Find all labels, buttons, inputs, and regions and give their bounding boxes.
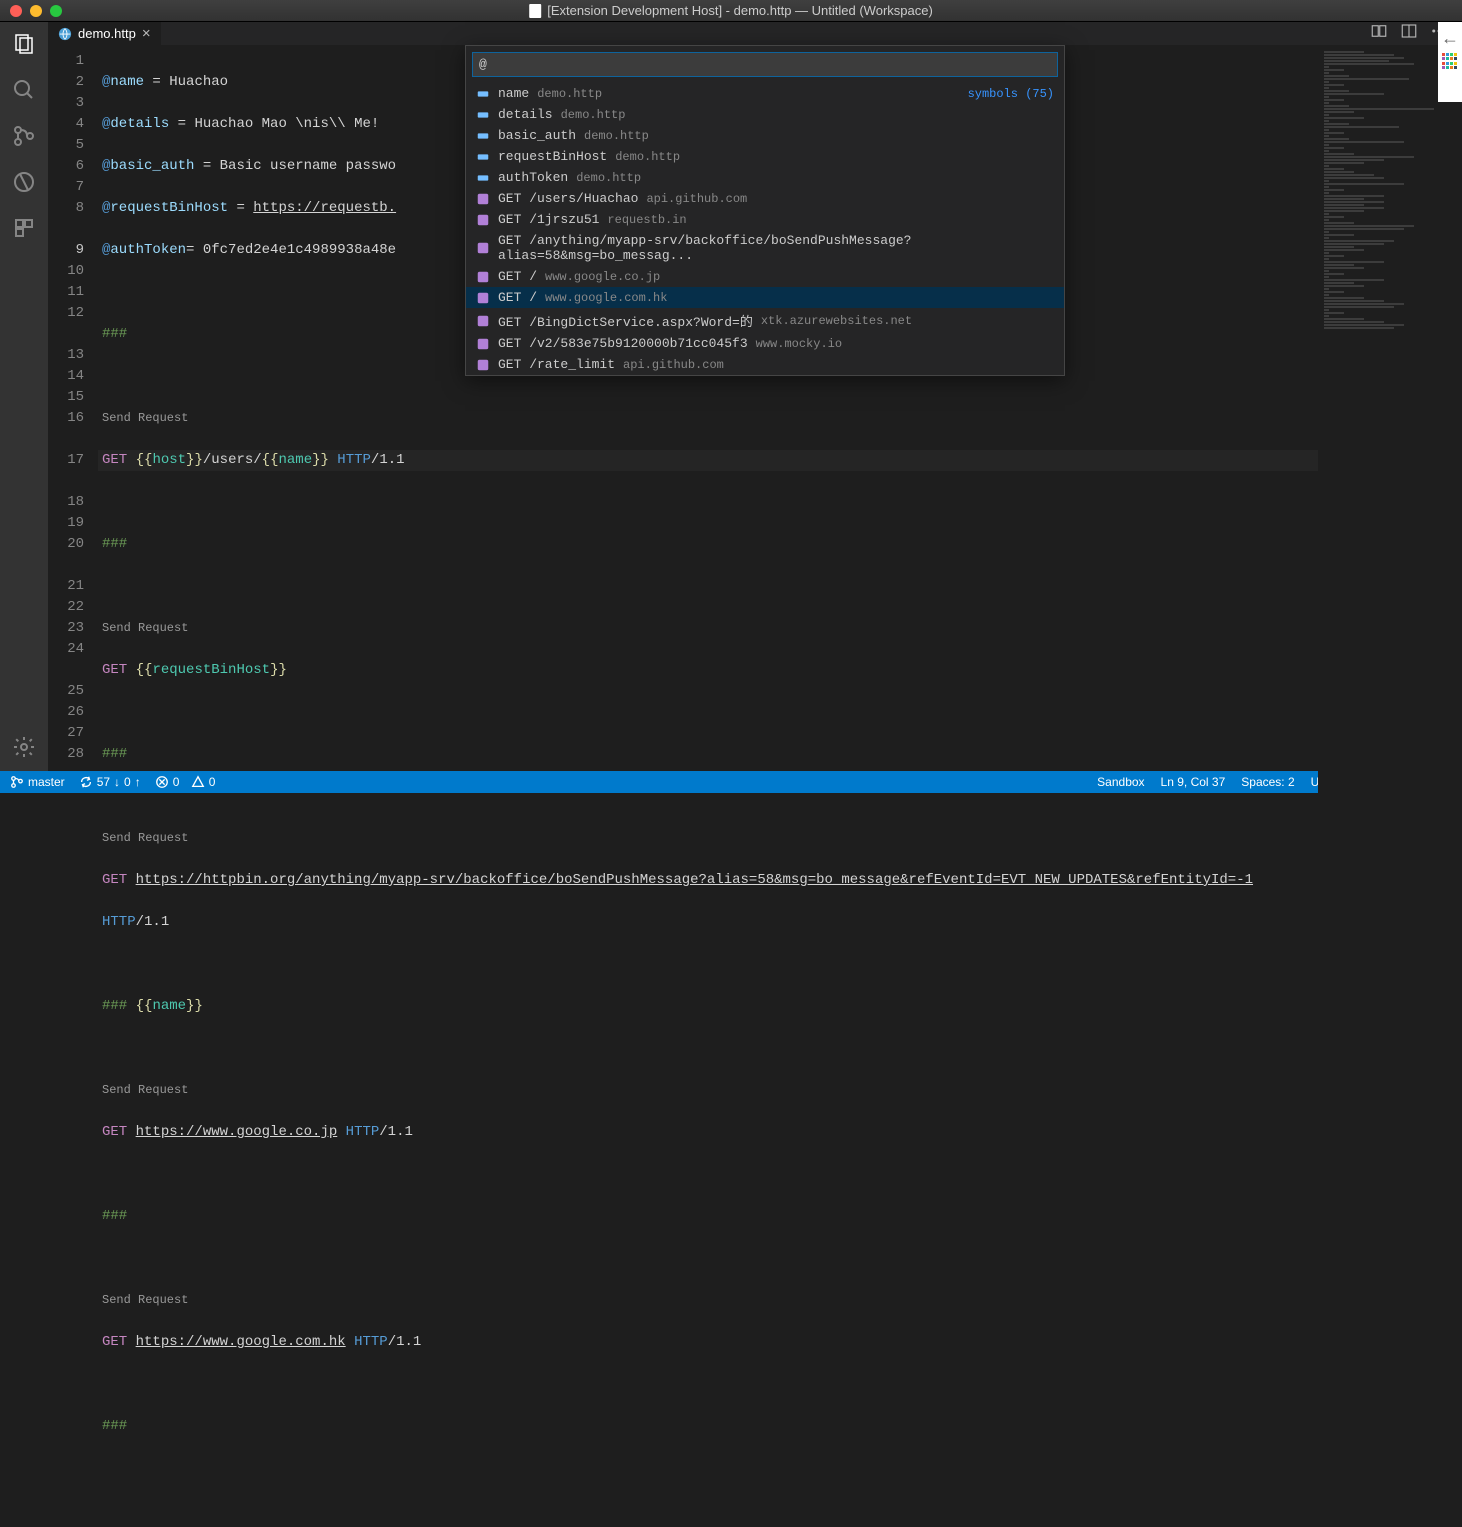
quick-open-label: GET / — [498, 290, 537, 305]
quick-open-detail: www.google.com.hk — [545, 291, 667, 305]
quick-open-label: authToken — [498, 170, 568, 185]
editor-area: demo.http × 1234567891011121314151617181… — [48, 22, 1462, 771]
quick-open: name demo.http symbols (75) details demo.htt… — [465, 45, 1065, 376]
quick-open-item[interactable]: GET /v2/583e75b9120000b71cc045f3 www.mock… — [466, 333, 1064, 354]
quick-open-detail: requestb.in — [607, 213, 686, 227]
method-symbol-icon — [476, 358, 490, 372]
codelens-send-request[interactable]: Send Request — [98, 1080, 1318, 1101]
window-title-text: [Extension Development Host] - demo.http… — [547, 3, 933, 18]
quick-open-item[interactable]: GET / www.google.com.hk — [466, 287, 1064, 308]
search-icon[interactable] — [10, 76, 38, 104]
explorer-icon[interactable] — [10, 30, 38, 58]
line-gutter: 1234567891011121314151617181920212223242… — [48, 45, 98, 1527]
field-symbol-icon — [476, 150, 490, 164]
vertical-scrollbar[interactable] — [1448, 45, 1462, 1527]
codelens-send-request[interactable]: Send Request — [98, 1290, 1318, 1311]
method-symbol-icon — [476, 337, 490, 351]
extensions-icon[interactable] — [10, 214, 38, 242]
minimap[interactable] — [1318, 45, 1448, 1527]
quick-open-label: details — [498, 107, 553, 122]
method-symbol-icon — [476, 213, 490, 227]
quick-open-item[interactable]: name demo.http symbols (75) — [466, 83, 1064, 104]
quick-open-item[interactable]: basic_auth demo.http — [466, 125, 1064, 146]
quick-open-detail: xtk.azurewebsites.net — [761, 314, 912, 328]
quick-open-label: GET / — [498, 269, 537, 284]
settings-icon[interactable] — [10, 733, 38, 761]
quick-open-label: GET /rate_limit — [498, 357, 615, 372]
quick-open-item[interactable]: details demo.http — [466, 104, 1064, 125]
quick-open-label: GET /1jrszu51 — [498, 212, 599, 227]
editor[interactable]: 1234567891011121314151617181920212223242… — [48, 45, 1462, 1527]
method-symbol-icon — [476, 291, 490, 305]
apps-grid-icon[interactable] — [1442, 53, 1458, 69]
quick-open-detail: demo.http — [615, 150, 680, 164]
tab-bar: demo.http × — [48, 22, 1462, 45]
codelens-send-request[interactable]: Send Request — [98, 408, 1318, 429]
browser-extension-strip: ← — [1438, 22, 1462, 102]
quick-open-label: requestBinHost — [498, 149, 607, 164]
window-title: [Extension Development Host] - demo.http… — [529, 3, 933, 18]
quick-open-detail: api.github.com — [646, 192, 747, 206]
split-editor-icon[interactable] — [1400, 22, 1418, 45]
workbench: demo.http × 1234567891011121314151617181… — [0, 22, 1462, 771]
quick-open-item[interactable]: GET /rate_limit api.github.com — [466, 354, 1064, 375]
quick-open-detail: www.google.co.jp — [545, 270, 660, 284]
minimize-window-button[interactable] — [30, 5, 42, 17]
codelens-send-request[interactable]: Send Request — [98, 618, 1318, 639]
quick-open-detail: api.github.com — [623, 358, 724, 372]
quick-open-label: basic_auth — [498, 128, 576, 143]
titlebar: [Extension Development Host] - demo.http… — [0, 0, 1462, 22]
quick-open-item[interactable]: GET /users/Huachao api.github.com — [466, 188, 1064, 209]
quick-open-list: name demo.http symbols (75) details demo.htt… — [466, 83, 1064, 375]
quick-open-detail: demo.http — [537, 87, 602, 101]
quick-open-label: GET /anything/myapp-srv/backoffice/boSen… — [498, 233, 1054, 263]
quick-open-item[interactable]: GET /anything/myapp-srv/backoffice/boSen… — [466, 230, 1064, 266]
quick-open-detail: demo.http — [576, 171, 641, 185]
field-symbol-icon — [476, 171, 490, 185]
method-symbol-icon — [476, 241, 490, 255]
quick-open-label: GET /users/Huachao — [498, 191, 638, 206]
quick-open-item[interactable]: GET / www.google.co.jp — [466, 266, 1064, 287]
http-file-icon — [58, 27, 72, 41]
quick-open-input[interactable] — [472, 52, 1058, 77]
compare-icon[interactable] — [1370, 22, 1388, 45]
field-symbol-icon — [476, 129, 490, 143]
quick-open-label: name — [498, 86, 529, 101]
back-arrow-icon[interactable]: ← — [1441, 28, 1459, 49]
close-tab-icon[interactable]: × — [142, 25, 151, 42]
close-window-button[interactable] — [10, 5, 22, 17]
codelens-send-request[interactable]: Send Request — [98, 828, 1318, 849]
quick-open-label: GET /v2/583e75b9120000b71cc045f3 — [498, 336, 748, 351]
quick-open-item[interactable]: GET /BingDictService.aspx?Word=的 xtk.azur… — [466, 308, 1064, 333]
quick-open-item[interactable]: GET /1jrszu51 requestb.in — [466, 209, 1064, 230]
method-symbol-icon — [476, 270, 490, 284]
quick-open-item[interactable]: authToken demo.http — [466, 167, 1064, 188]
method-symbol-icon — [476, 192, 490, 206]
quick-open-label: GET /BingDictService.aspx?Word=的 — [498, 311, 753, 330]
quick-open-detail: demo.http — [561, 108, 626, 122]
tab-label: demo.http — [78, 26, 136, 41]
quick-open-item[interactable]: requestBinHost demo.http — [466, 146, 1064, 167]
quick-open-detail: demo.http — [584, 129, 649, 143]
file-icon — [529, 4, 541, 18]
debug-icon[interactable] — [10, 168, 38, 196]
method-symbol-icon — [476, 314, 490, 328]
activity-bar — [0, 22, 48, 771]
window-controls — [0, 5, 62, 17]
symbol-count: symbols (75) — [968, 87, 1054, 101]
maximize-window-button[interactable] — [50, 5, 62, 17]
field-symbol-icon — [476, 87, 490, 101]
field-symbol-icon — [476, 108, 490, 122]
quick-open-detail: www.mocky.io — [756, 337, 842, 351]
source-control-icon[interactable] — [10, 122, 38, 150]
tab-demo-http[interactable]: demo.http × — [48, 22, 162, 45]
